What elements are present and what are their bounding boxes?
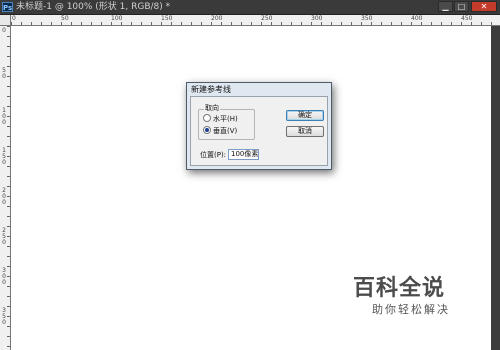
orientation-legend: 取向 (204, 104, 220, 113)
ruler-label: 300 (2, 267, 6, 286)
document-canvas[interactable] (11, 26, 491, 350)
ruler-label: 50 (61, 15, 69, 22)
minimize-button[interactable]: ▁ (438, 1, 453, 12)
close-button[interactable]: ✕ (471, 1, 497, 12)
position-input[interactable]: 100像素 (228, 149, 259, 160)
maximize-button[interactable]: □ (454, 1, 469, 12)
ruler-label: 0 (12, 15, 16, 22)
ruler-origin[interactable] (0, 15, 11, 26)
ruler-label: 150 (161, 15, 173, 22)
radio-label: 水平(H) (213, 115, 238, 123)
vertical-ruler[interactable]: 0 50 100 150 200 250 300 350 (0, 26, 11, 350)
radio-selected-icon (203, 126, 211, 134)
photoshop-icon: Ps (2, 2, 13, 12)
watermark-subtitle: 助你轻松解决 (372, 303, 450, 316)
ruler-label: 100 (2, 107, 6, 126)
ok-button[interactable]: 确定 (286, 110, 324, 121)
ruler-label: 350 (2, 307, 6, 326)
ruler-label: 0 (2, 27, 6, 34)
ruler-label: 250 (2, 227, 6, 246)
watermark-title: 百科全说 (353, 276, 446, 301)
document-title: 未标题-1 @ 100% (形状 1, RGB/8) * (16, 2, 171, 12)
radio-horizontal[interactable]: 水平(H) (203, 114, 238, 124)
ruler-label: 200 (211, 15, 223, 22)
position-label: 位置(P): (200, 151, 227, 159)
horizontal-ruler[interactable]: 0 50 100 150 200 250 300 350 400 450 (11, 15, 500, 26)
new-guide-dialog: 新建参考线 取向 水平(H) 垂直(V) 确定 取消 位置(P): 100像素 (186, 82, 332, 170)
dialog-body: 取向 水平(H) 垂直(V) 确定 取消 位置(P): 100像素 (190, 96, 328, 166)
ruler-label: 150 (2, 147, 6, 166)
title-bar: Ps 未标题-1 @ 100% (形状 1, RGB/8) * ▁ □ ✕ (0, 0, 500, 15)
radio-label: 垂直(V) (213, 127, 238, 135)
radio-circle-icon (203, 114, 211, 122)
ruler-label: 350 (361, 15, 373, 22)
ruler-label: 250 (261, 15, 273, 22)
ruler-label: 450 (461, 15, 473, 22)
ruler-label: 200 (2, 187, 6, 206)
ruler-label: 300 (311, 15, 323, 22)
ruler-label: 100 (111, 15, 123, 22)
dialog-title: 新建参考线 (191, 85, 231, 94)
orientation-group: 取向 水平(H) 垂直(V) (198, 104, 255, 140)
radio-vertical[interactable]: 垂直(V) (203, 126, 237, 136)
ruler-label: 50 (2, 67, 6, 80)
panel-edge (491, 26, 500, 350)
cancel-button[interactable]: 取消 (286, 126, 324, 137)
ruler-label: 400 (411, 15, 423, 22)
